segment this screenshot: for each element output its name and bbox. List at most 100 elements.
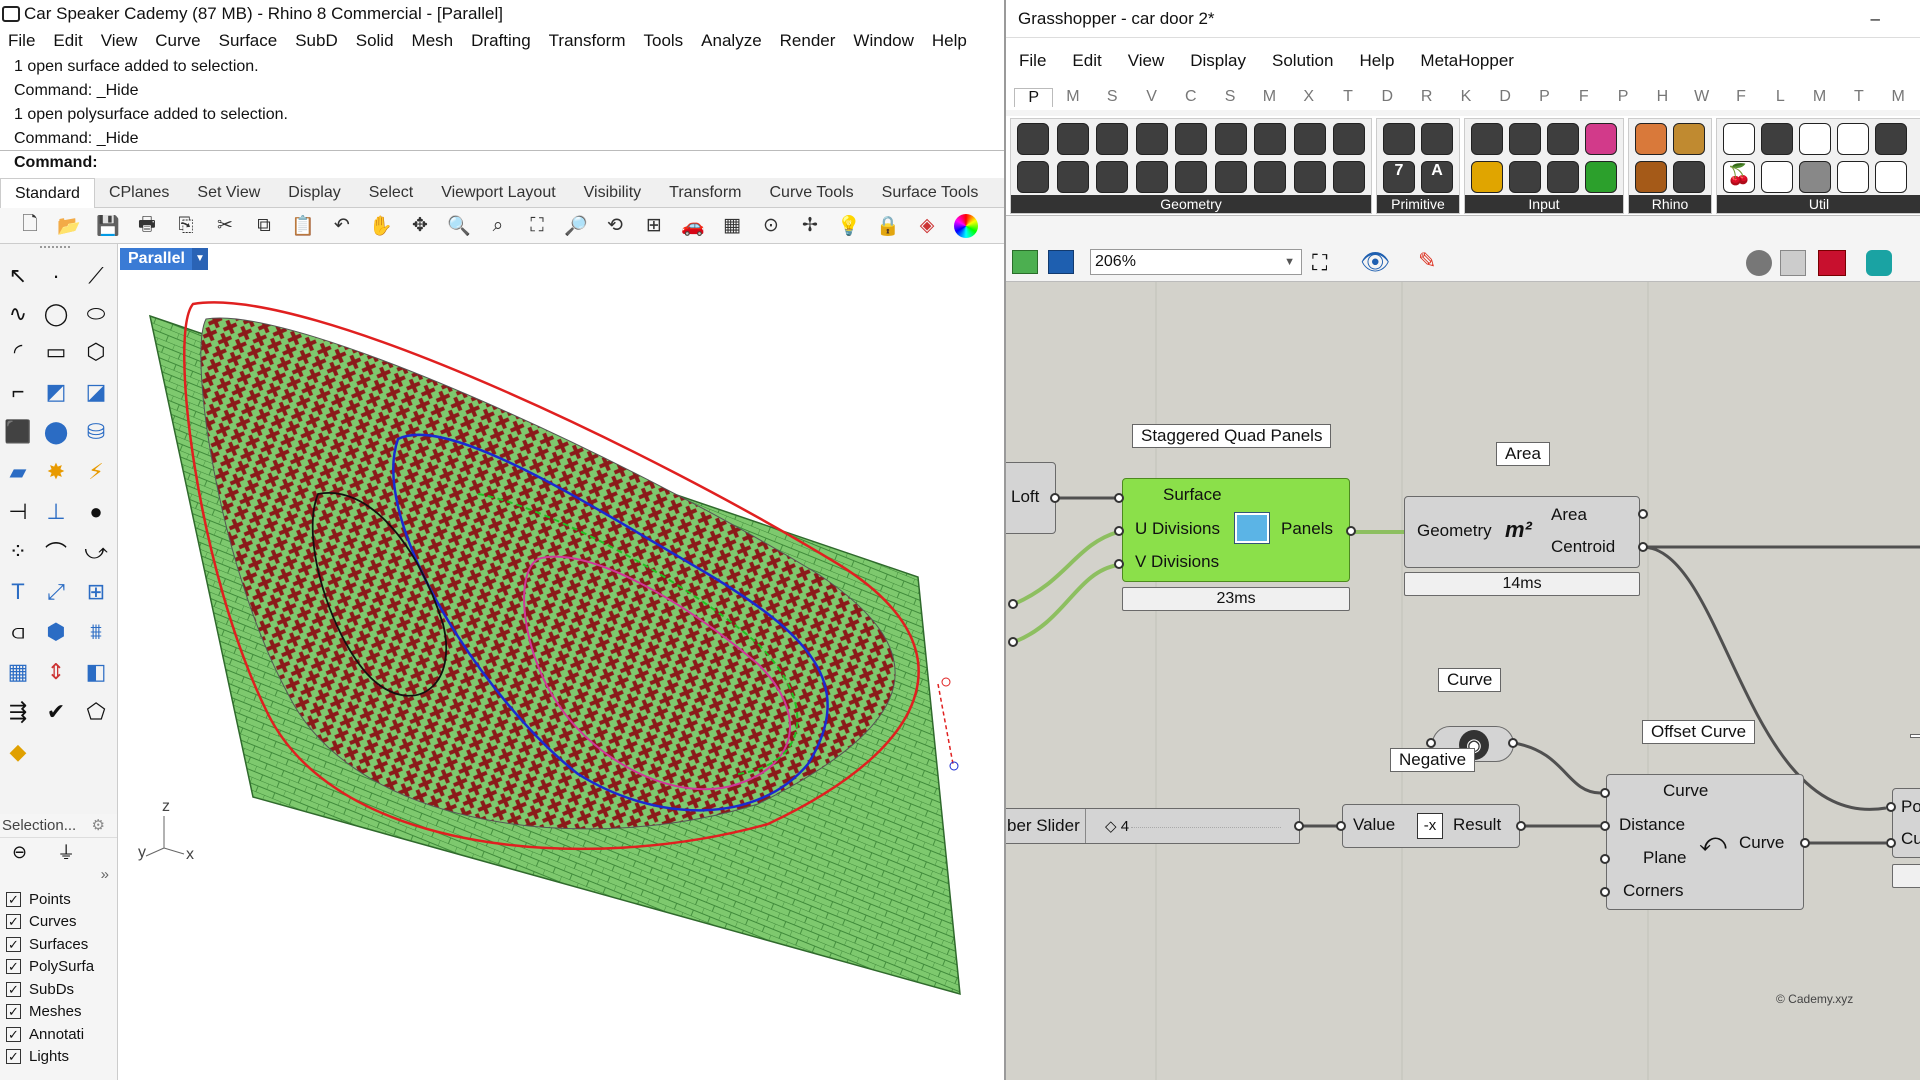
menu-item-drafting[interactable]: Drafting [463, 31, 541, 51]
point-icon[interactable]: · [42, 262, 70, 290]
gh-menu-solution[interactable]: Solution [1259, 51, 1346, 71]
tab-curve-tools[interactable]: Curve Tools [755, 184, 867, 202]
checkbox-icon[interactable]: ✓ [6, 959, 21, 975]
gh-tab-m[interactable]: M [1800, 88, 1839, 106]
gh-menu-view[interactable]: View [1115, 51, 1178, 71]
lock-icon[interactable]: 🔒 [876, 214, 900, 238]
rhino-curve-icon[interactable] [1635, 161, 1667, 193]
funnel-filter-icon[interactable]: ⏚ [57, 839, 75, 865]
gh-tab-c[interactable]: C [1171, 88, 1210, 106]
checkbox-icon[interactable]: ✓ [6, 981, 21, 997]
gh-tab-m[interactable]: M [1053, 88, 1092, 106]
gh-tab-s[interactable]: S [1210, 88, 1249, 106]
pan-hand-icon[interactable]: ✋ [369, 214, 393, 238]
gh-tab-t[interactable]: T [1328, 88, 1367, 106]
surface-icon[interactable]: ◩ [42, 378, 70, 406]
filter-curves[interactable]: ✓ Curves [0, 911, 117, 934]
filter-subds[interactable]: ✓ SubDs [0, 978, 117, 1001]
blob-icon[interactable] [1799, 161, 1831, 193]
checkbox-icon[interactable]: ✓ [6, 1026, 21, 1042]
menu-item-solid[interactable]: Solid [348, 31, 404, 51]
curve-icon[interactable]: ∿ [4, 300, 32, 328]
preview-shaded-icon[interactable] [1780, 250, 1806, 276]
analyze-icon[interactable]: ⬠ [82, 698, 110, 726]
boolean-param-icon[interactable] [1383, 123, 1415, 155]
menu-item-help[interactable]: Help [924, 31, 977, 51]
menu-item-surface[interactable]: Surface [211, 31, 288, 51]
undo-icon[interactable]: ↶ [330, 214, 354, 238]
check-icon[interactable]: ✔ [42, 698, 70, 726]
command-prompt[interactable]: Command: [0, 150, 1004, 174]
gumball-icon[interactable]: ✢ [798, 214, 822, 238]
geometry-param-icon[interactable] [1254, 161, 1286, 193]
gh-tab-x[interactable]: X [1289, 88, 1328, 106]
abc-icon[interactable] [1799, 123, 1831, 155]
zoom-icon[interactable]: 🔍 [447, 214, 471, 238]
menu-item-tools[interactable]: Tools [635, 31, 693, 51]
extrude-icon[interactable]: ◪ [82, 378, 110, 406]
rectangle-icon[interactable]: ▭ [42, 338, 70, 366]
left-wire-port[interactable] [1008, 637, 1018, 647]
gh-tab-f[interactable]: F [1721, 88, 1760, 106]
geometry-param-icon[interactable] [1293, 123, 1326, 155]
slider-output-port[interactable] [1294, 821, 1304, 831]
panel-icon[interactable] [1509, 123, 1541, 155]
trim-icon[interactable]: ⊣ [4, 498, 32, 526]
gh-canvas[interactable]: Loft Staggered Quad Panels Surface U Div… [1006, 282, 1920, 1080]
gh-tab-t[interactable]: T [1839, 88, 1878, 106]
area-component[interactable]: Geometry m² Area Centroid [1404, 496, 1640, 568]
menu-item-curve[interactable]: Curve [147, 31, 210, 51]
checkbox-icon[interactable]: ✓ [6, 936, 21, 952]
cluster-icon[interactable] [1761, 123, 1793, 155]
gh-tab-p[interactable]: P [1525, 88, 1564, 106]
dimension-icon[interactable]: ⫏ [4, 618, 32, 646]
cut-icon[interactable]: ✂ [213, 214, 237, 238]
export-icon[interactable]: ⎘ [174, 214, 198, 238]
block-icon[interactable]: ⬢ [42, 618, 70, 646]
fork-icon[interactable] [1875, 161, 1907, 193]
gh-tab-p[interactable]: P [1014, 87, 1054, 107]
data-dam-icon[interactable] [1875, 123, 1907, 155]
menu-item-render[interactable]: Render [772, 31, 846, 51]
result-output-port[interactable] [1516, 821, 1526, 831]
filter-meshes[interactable]: ✓ Meshes [0, 1001, 117, 1024]
render-icon[interactable]: ◆ [4, 738, 32, 766]
minimize-button[interactable]: – [1871, 0, 1880, 38]
car-icon[interactable]: 🚗 [681, 214, 705, 238]
tab-select[interactable]: Select [355, 184, 427, 202]
colour-swatch-icon[interactable] [1585, 161, 1617, 193]
tab-display[interactable]: Display [274, 184, 354, 202]
boolean-icon[interactable]: ⬤ [42, 418, 70, 446]
value-list-icon[interactable] [1547, 161, 1579, 193]
save-icon[interactable]: 💾 [96, 214, 120, 238]
viewport-geometry[interactable] [118, 244, 1004, 1080]
print-icon[interactable]: 🖶 [135, 214, 159, 238]
value-input-port[interactable] [1336, 821, 1346, 831]
mesh-icon[interactable]: ▰ [4, 458, 32, 486]
left-wire-port[interactable] [1008, 599, 1018, 609]
gh-menu-help[interactable]: Help [1346, 51, 1407, 71]
menu-item-edit[interactable]: Edit [45, 31, 92, 51]
gh-tab-m[interactable]: M [1250, 88, 1289, 106]
curve-output-port[interactable] [1508, 738, 1518, 748]
gh-tab-f[interactable]: F [1564, 88, 1603, 106]
corners-input-port[interactable] [1600, 887, 1610, 897]
centroid-output-port[interactable] [1638, 542, 1648, 552]
menu-item-mesh[interactable]: Mesh [404, 31, 464, 51]
gear-icon[interactable]: ⚙ [92, 814, 105, 838]
ring-icon[interactable] [1761, 161, 1793, 193]
arc-icon[interactable]: ◜ [4, 338, 32, 366]
group-icon[interactable]: ● [82, 498, 110, 526]
tab-cplanes[interactable]: CPlanes [95, 184, 183, 202]
checkbox-icon[interactable]: ✓ [6, 1004, 21, 1020]
preview-wire-icon[interactable] [1746, 250, 1772, 276]
rhino-object-icon[interactable] [1635, 123, 1667, 155]
geometry-param-icon[interactable] [1056, 123, 1089, 155]
rhino-layer-icon[interactable] [1673, 161, 1705, 193]
undo-view-icon[interactable]: ⟲ [603, 214, 627, 238]
tab-visibility[interactable]: Visibility [570, 184, 656, 202]
edit-points-icon[interactable]: ⌒ [42, 538, 70, 566]
graph-icon[interactable] [1547, 123, 1579, 155]
negative-component[interactable]: Value -x Result [1342, 804, 1520, 848]
geometry-param-icon[interactable] [1135, 161, 1168, 193]
